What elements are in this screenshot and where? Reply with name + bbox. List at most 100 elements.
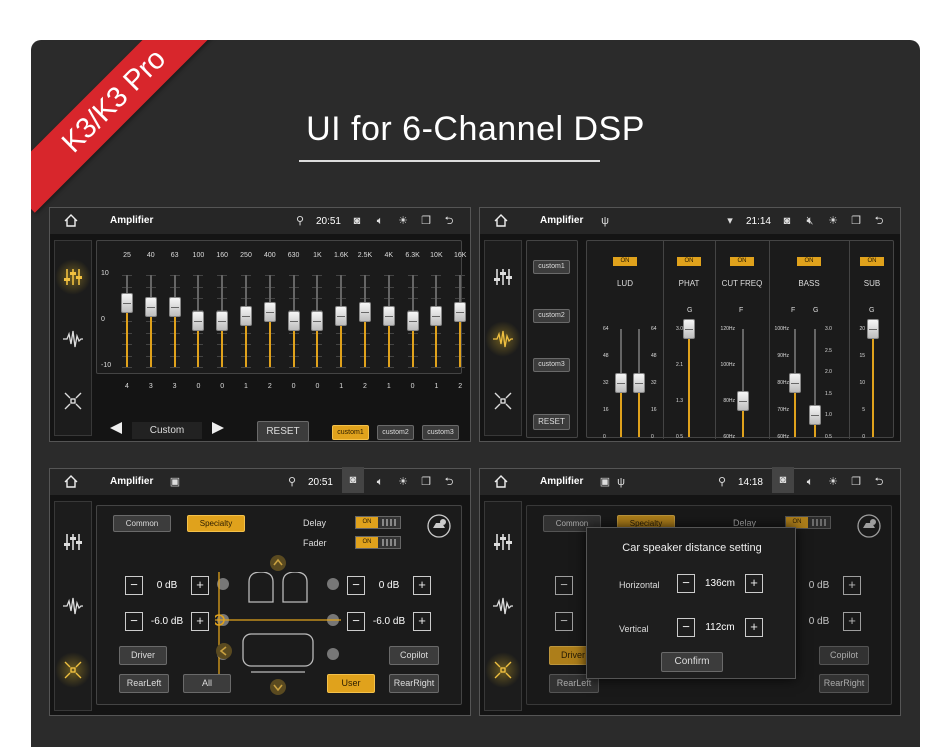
plus-button[interactable]: + xyxy=(745,574,763,593)
custom-preset-button[interactable]: custom3 xyxy=(533,358,570,372)
eq-slider-knob[interactable] xyxy=(335,306,348,327)
home-icon[interactable] xyxy=(64,475,78,488)
driver-button[interactable]: Driver xyxy=(119,646,167,665)
copilot-button[interactable]: Copilot xyxy=(389,646,439,665)
delay-toggle[interactable]: ON xyxy=(355,516,401,529)
user-button[interactable]: User xyxy=(327,674,375,693)
recent-apps-icon[interactable]: ❐ xyxy=(849,214,863,228)
dsp-on-badge[interactable]: ON xyxy=(797,257,821,266)
sidebar-item-waveform[interactable] xyxy=(485,321,521,357)
sidebar-item-waveform[interactable] xyxy=(55,321,91,357)
back-icon[interactable]: ⮌ xyxy=(442,214,456,228)
dsp-slider-knob[interactable] xyxy=(615,373,627,393)
speaker-settings-icon[interactable] xyxy=(857,514,881,538)
sidebar-item-equalizer[interactable] xyxy=(485,259,521,295)
confirm-button[interactable]: Confirm xyxy=(661,652,723,672)
back-icon[interactable]: ⮌ xyxy=(872,475,886,489)
volume-icon[interactable]: 🔈︎ xyxy=(373,214,387,228)
dsp-slider-knob[interactable] xyxy=(683,319,695,339)
eq-slider-knob[interactable] xyxy=(216,311,229,331)
plus-button[interactable]: + xyxy=(843,576,861,595)
all-button[interactable]: All xyxy=(183,674,231,693)
tab-common[interactable]: Common xyxy=(113,515,171,532)
eq-slider-knob[interactable] xyxy=(359,301,371,322)
eq-slider-knob[interactable] xyxy=(311,311,324,331)
scroll-down-icon[interactable] xyxy=(269,678,287,696)
plus-button[interactable]: + xyxy=(413,576,431,595)
eq-slider-knob[interactable] xyxy=(454,301,467,322)
brightness-icon[interactable]: ☀ xyxy=(396,475,410,489)
screenshot-icon[interactable]: ◙ xyxy=(342,467,364,493)
minus-button[interactable]: − xyxy=(347,576,365,595)
eq-slider-knob[interactable] xyxy=(263,301,276,322)
recent-apps-icon[interactable]: ❐ xyxy=(419,214,433,228)
custom-preset-button[interactable]: custom2 xyxy=(377,425,414,440)
sidebar-item-speakers[interactable] xyxy=(55,383,91,419)
dsp-slider-knob[interactable] xyxy=(633,373,645,393)
dsp-on-badge[interactable]: ON xyxy=(860,257,884,266)
dsp-on-badge[interactable]: ON xyxy=(613,257,637,266)
eq-slider-knob[interactable] xyxy=(430,306,443,327)
brightness-icon[interactable]: ☀ xyxy=(826,475,840,489)
sidebar-item-equalizer[interactable] xyxy=(55,524,91,560)
screenshot-icon[interactable]: ◙ xyxy=(772,467,794,493)
eq-slider-knob[interactable] xyxy=(382,306,395,327)
custom-preset-button[interactable]: custom2 xyxy=(533,309,570,323)
home-icon[interactable] xyxy=(64,214,78,227)
scroll-up-icon[interactable] xyxy=(269,554,287,572)
back-icon[interactable]: ⮌ xyxy=(872,214,886,228)
minus-button[interactable]: − xyxy=(555,576,573,595)
minus-button[interactable]: − xyxy=(555,612,573,631)
home-icon[interactable] xyxy=(494,214,508,227)
minus-button[interactable]: − xyxy=(347,612,365,631)
plus-button[interactable]: + xyxy=(191,612,209,631)
next-preset-icon[interactable] xyxy=(210,421,226,435)
brightness-icon[interactable]: ☀ xyxy=(396,214,410,228)
eq-slider-knob[interactable] xyxy=(192,311,205,331)
minus-button[interactable]: − xyxy=(677,618,695,637)
reset-button[interactable]: RESET xyxy=(257,421,309,442)
dsp-slider-knob[interactable] xyxy=(867,319,879,339)
recent-apps-icon[interactable]: ❐ xyxy=(419,475,433,489)
rearleft-button[interactable]: RearLeft xyxy=(119,674,169,693)
mute-icon[interactable]: 🔇︎ xyxy=(803,214,817,228)
dsp-on-badge[interactable]: ON xyxy=(677,257,701,266)
brightness-icon[interactable]: ☀ xyxy=(826,214,840,228)
sidebar-item-waveform[interactable] xyxy=(55,588,91,624)
rearright-button[interactable]: RearRight xyxy=(389,674,439,693)
dsp-slider-knob[interactable] xyxy=(737,391,749,411)
eq-slider-knob[interactable] xyxy=(168,297,181,318)
reset-button[interactable]: RESET xyxy=(533,414,570,430)
speaker-settings-icon[interactable] xyxy=(427,514,451,538)
eq-slider-knob[interactable] xyxy=(287,311,300,331)
back-icon[interactable]: ⮌ xyxy=(442,475,456,489)
eq-slider-knob[interactable] xyxy=(240,306,252,327)
eq-slider-knob[interactable] xyxy=(406,311,419,331)
dsp-slider-knob[interactable] xyxy=(789,373,801,393)
eq-slider-knob[interactable] xyxy=(121,292,133,313)
sidebar-item-equalizer[interactable] xyxy=(485,524,521,560)
home-icon[interactable] xyxy=(494,475,508,488)
dsp-on-badge[interactable]: ON xyxy=(730,257,754,266)
minus-button[interactable]: − xyxy=(677,574,695,593)
volume-icon[interactable]: 🔈︎ xyxy=(803,475,817,489)
screenshot-icon[interactable]: ◙ xyxy=(350,214,364,228)
sidebar-item-speakers[interactable] xyxy=(485,383,521,419)
sidebar-item-equalizer[interactable] xyxy=(55,259,91,295)
custom-preset-button[interactable]: custom1 xyxy=(332,425,369,440)
recent-apps-icon[interactable]: ❐ xyxy=(849,475,863,489)
sidebar-item-speakers[interactable] xyxy=(485,652,521,688)
plus-button[interactable]: + xyxy=(191,576,209,595)
fader-toggle[interactable]: ON xyxy=(355,536,401,549)
eq-slider-knob[interactable] xyxy=(144,297,157,318)
minus-button[interactable]: − xyxy=(125,576,143,595)
copilot-button[interactable]: Copilot xyxy=(819,646,869,665)
plus-button[interactable]: + xyxy=(745,618,763,637)
volume-icon[interactable]: 🔈︎ xyxy=(373,475,387,489)
custom-preset-button[interactable]: custom3 xyxy=(422,425,459,440)
screenshot-icon[interactable]: ◙ xyxy=(780,214,794,228)
plus-button[interactable]: + xyxy=(843,612,861,631)
previous-preset-icon[interactable] xyxy=(108,421,124,435)
tab-specialty[interactable]: Specialty xyxy=(187,515,245,532)
sidebar-item-speakers[interactable] xyxy=(55,652,91,688)
